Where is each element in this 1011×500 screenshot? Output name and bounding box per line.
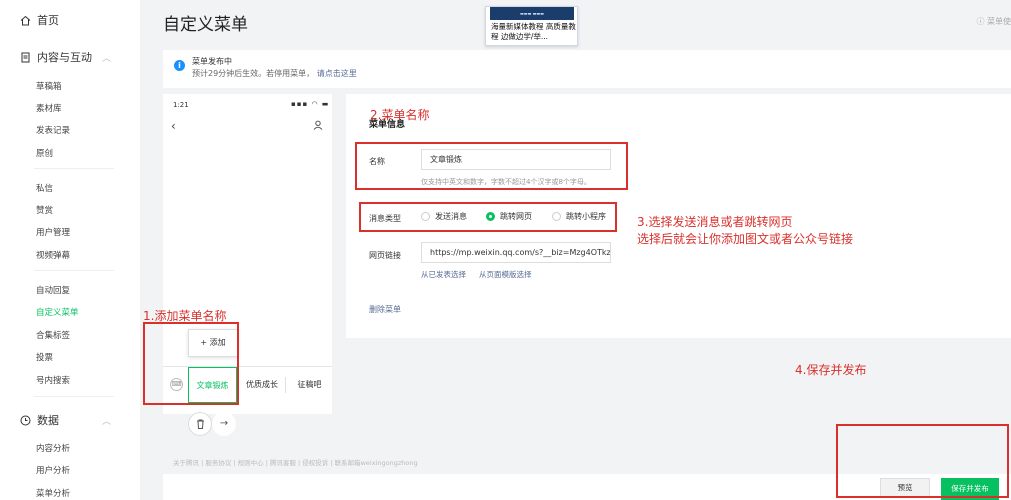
sidebar-item-library[interactable]: 素材库 (36, 102, 62, 114)
arrow-right-icon[interactable]: → (212, 412, 236, 436)
annotation-box-type (359, 202, 617, 232)
sidebar-item-label: 首页 (37, 14, 59, 27)
annotation-box-name (355, 142, 628, 190)
annotation-type-line2: 选择后就会让你添加图文或者公众号链接 (637, 232, 854, 246)
sidebar-section-data[interactable]: 数据 ︿ (20, 412, 120, 428)
user-icon[interactable] (313, 120, 323, 133)
chevron-up-icon: ︿ (102, 53, 112, 64)
divider (34, 168, 114, 169)
chevron-up-icon: ︿ (102, 416, 112, 427)
clock-icon (20, 415, 31, 426)
sidebar-item-drafts[interactable]: 草稿箱 (36, 80, 62, 92)
sidebar-item-original[interactable]: 原创 (36, 147, 53, 159)
notice-link[interactable]: 请点击这里 (317, 69, 357, 78)
sidebar-item-published[interactable]: 发表记录 (36, 124, 70, 136)
select-published-link[interactable]: 从已发表选择 (421, 269, 466, 280)
sidebar: 首页 内容与互动 ︿ 草稿箱 素材库 发表记录 原创 私信 赞赏 用户管理 视频… (0, 0, 140, 500)
phone-time: 1:21 (173, 101, 189, 109)
url-input[interactable]: https://mp.weixin.qq.com/s?__biz=Mzg4OTk… (421, 242, 611, 263)
annotation-save: 4.保存并发布 (795, 363, 867, 377)
annotation-add-menu: 1.添加菜单名称 (143, 309, 227, 323)
divider (34, 396, 114, 397)
sidebar-item-content-analysis[interactable]: 内容分析 (36, 442, 70, 454)
sidebar-item-menu-analysis[interactable]: 菜单分析 (36, 487, 70, 499)
notice-message: 预计29分钟后生效。若停用菜单， (192, 69, 315, 78)
page-title: 自定义菜单 (163, 15, 248, 35)
document-icon (20, 52, 31, 63)
annotation-type-line1: 3.选择发送消息或者跳转网页 (637, 215, 793, 229)
help-link[interactable]: ⓘ 菜单使 (976, 16, 1011, 27)
annotation-box-add (143, 322, 239, 405)
sidebar-section-content[interactable]: 内容与互动 ︿ (20, 49, 120, 65)
sidebar-item-users[interactable]: 用户管理 (36, 226, 70, 238)
publish-notice: i 菜单发布中 预计29分钟后生效。若停用菜单， 请点击这里 (163, 50, 1011, 88)
notice-text: 预计29分钟后生效。若停用菜单， 请点击这里 (192, 68, 357, 79)
sidebar-item-vote[interactable]: 投票 (36, 351, 53, 363)
sidebar-item-tags[interactable]: 合集标签 (36, 329, 70, 341)
thumbnail-title: 海量新媒体教程 高质量教程 边做边学/举... (491, 22, 576, 41)
sidebar-section-label: 内容与互动 (37, 51, 92, 64)
menu-tab-2[interactable]: 优质成长 (239, 367, 285, 403)
divider (34, 270, 114, 271)
annotation-box-save (836, 424, 1009, 498)
sidebar-item-custom-menu[interactable]: 自定义菜单 (36, 306, 79, 318)
article-thumbnail[interactable]: ▬▬▬ ▬▬▬ 海量新媒体教程 高质量教程 边做边学/举... (485, 6, 578, 46)
delete-menu-link[interactable]: 删除菜单 (369, 304, 401, 315)
menu-tab-3[interactable]: 征稿吧 (287, 367, 332, 403)
sidebar-item-autoreply[interactable]: 自动回复 (36, 284, 70, 296)
notice-title: 菜单发布中 (192, 57, 232, 66)
sidebar-item-search[interactable]: 号内搜索 (36, 374, 70, 386)
divider (285, 377, 286, 393)
trash-icon[interactable] (188, 412, 212, 436)
info-icon: i (174, 60, 185, 71)
footer-links[interactable]: 关于腾讯 | 服务协议 | 规则中心 | 腾讯客服 | 侵权投诉 | 联系邮箱w… (173, 457, 418, 467)
thumbnail-banner: ▬▬▬ ▬▬▬ (490, 7, 574, 20)
sidebar-item-home[interactable]: 首页 (20, 12, 59, 28)
annotation-menu-name: 2.菜单名称 (370, 108, 430, 122)
sidebar-item-reward[interactable]: 赞赏 (36, 204, 53, 216)
select-template-link[interactable]: 从页面模版选择 (479, 269, 532, 280)
sidebar-section-label: 数据 (37, 414, 59, 427)
sidebar-item-messages[interactable]: 私信 (36, 182, 53, 194)
url-label: 网页链接 (369, 251, 401, 260)
back-icon[interactable]: ‹ (171, 119, 176, 133)
signal-wifi-battery-icon: ▪▪▪ ◠ ▬ (291, 100, 330, 108)
sidebar-item-danmaku[interactable]: 视频弹幕 (36, 249, 70, 261)
sidebar-item-user-analysis[interactable]: 用户分析 (36, 464, 70, 476)
home-icon (20, 15, 31, 26)
